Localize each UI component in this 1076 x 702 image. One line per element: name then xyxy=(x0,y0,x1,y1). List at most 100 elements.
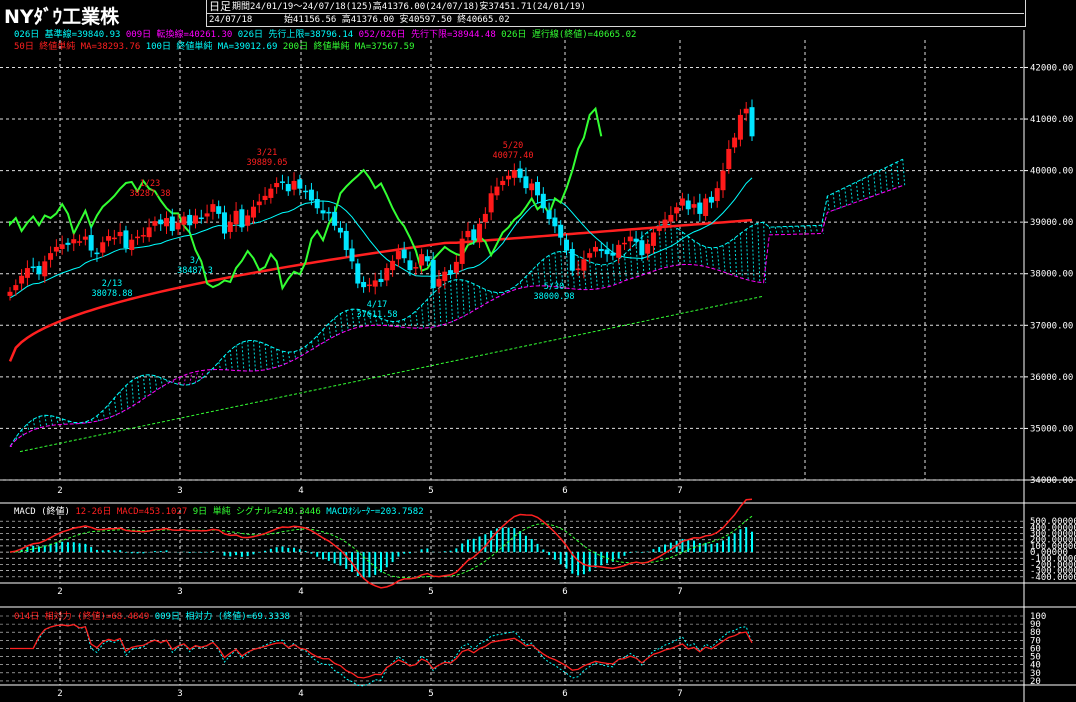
candle-body xyxy=(743,108,749,114)
candle-body xyxy=(262,195,268,200)
cloud-hatch xyxy=(21,429,25,436)
candle-body xyxy=(633,238,639,242)
candle-body xyxy=(19,275,25,284)
cloud-hatch xyxy=(223,355,227,370)
candle-body xyxy=(169,216,175,231)
candle-body xyxy=(59,244,65,249)
candle-body xyxy=(355,263,361,284)
cloud-hatch xyxy=(855,181,859,203)
candle-body xyxy=(482,213,488,223)
candle-body xyxy=(697,202,703,214)
candle-body xyxy=(274,182,280,188)
cloud-hatch xyxy=(867,176,871,198)
annotation-date: 5/20 xyxy=(503,141,523,151)
candle-body xyxy=(581,259,587,271)
cloud-hatch xyxy=(861,179,865,201)
annotation-date: 4/17 xyxy=(367,300,387,310)
candle-body xyxy=(674,207,680,214)
month-tick-label: 3 xyxy=(177,587,182,597)
candle-body xyxy=(732,137,738,148)
candle-body xyxy=(714,188,720,202)
candle-body xyxy=(384,268,390,281)
cloud-hatch xyxy=(705,246,709,267)
month-tick-label: 7 xyxy=(677,689,682,699)
candle-body xyxy=(569,248,575,271)
candle-body xyxy=(239,209,245,228)
candle-body xyxy=(465,230,471,238)
candle-body xyxy=(256,201,262,206)
month-tick-label: 5 xyxy=(428,587,433,597)
candle-body xyxy=(210,204,216,212)
candle-body xyxy=(558,224,564,238)
candle-body xyxy=(598,248,604,252)
cloud-hatch xyxy=(809,225,813,234)
candle-body xyxy=(419,254,425,266)
candle-body xyxy=(146,227,152,238)
cloud-hatch xyxy=(531,270,535,287)
candle-body xyxy=(268,188,274,198)
cloud-hatch xyxy=(241,342,245,371)
candle-body xyxy=(164,218,170,227)
candle-body xyxy=(703,198,709,216)
candle-body xyxy=(691,204,697,208)
cloud-hatch xyxy=(44,415,48,427)
cloud-hatch xyxy=(623,254,627,281)
cloud-hatch xyxy=(751,225,755,281)
candle-body xyxy=(500,180,506,186)
senkou-span-a-line xyxy=(9,158,903,447)
month-tick-label: 7 xyxy=(677,486,682,496)
cloud-hatch xyxy=(287,352,291,363)
candle-body xyxy=(308,189,314,201)
macd-tick-label: -400.00000 xyxy=(1030,573,1076,583)
candle-body xyxy=(123,230,129,248)
cloud-hatch xyxy=(594,263,598,290)
cloud-hatch xyxy=(154,375,158,392)
cloud-hatch xyxy=(537,264,541,286)
price-tick-label: 37000.00 xyxy=(1030,321,1073,331)
cloud-hatch xyxy=(32,419,36,431)
candle-body xyxy=(668,214,674,222)
candle-body xyxy=(297,179,303,189)
month-tick-label: 2 xyxy=(57,689,62,699)
candle-body xyxy=(616,244,622,258)
candle-body xyxy=(708,196,714,203)
candle-body xyxy=(36,266,42,275)
cloud-hatch xyxy=(896,162,900,188)
candle-body xyxy=(523,176,529,189)
cloud-hatch xyxy=(316,335,320,347)
cloud-hatch xyxy=(815,225,819,234)
candle-body xyxy=(332,211,338,226)
price-tick-label: 36000.00 xyxy=(1030,373,1073,383)
candle-body xyxy=(140,235,146,237)
cloud-hatch xyxy=(728,242,732,274)
candle-body xyxy=(511,170,517,178)
cloud-hatch xyxy=(699,244,703,266)
candle-body xyxy=(621,242,627,245)
price-tick-label: 34000.00 xyxy=(1030,476,1073,486)
price-tick-label: 38000.00 xyxy=(1030,270,1073,280)
candle-body xyxy=(53,246,59,252)
candle-body xyxy=(540,193,546,209)
cloud-hatch xyxy=(786,226,790,235)
cloud-hatch xyxy=(438,287,442,326)
cloud-hatch xyxy=(600,264,604,289)
cloud-hatch xyxy=(739,233,743,278)
candle-body xyxy=(395,251,401,260)
cloud-hatch xyxy=(119,391,123,413)
cloud-hatch xyxy=(693,240,697,265)
candle-body xyxy=(250,206,256,218)
cloud-hatch xyxy=(334,317,338,337)
candle-body xyxy=(187,214,193,226)
cloud-hatch xyxy=(774,226,778,235)
candle-body xyxy=(326,211,332,214)
annotation-date: 3/ xyxy=(190,256,200,266)
candle-body xyxy=(372,280,378,287)
month-tick-label: 3 xyxy=(177,486,182,496)
month-tick-label: 4 xyxy=(298,689,303,699)
cloud-hatch xyxy=(270,346,274,369)
candle-body xyxy=(233,210,239,225)
cloud-hatch xyxy=(281,351,285,366)
cloud-hatch xyxy=(525,276,529,288)
cloud-hatch xyxy=(328,323,332,340)
cloud-hatch xyxy=(681,231,685,265)
